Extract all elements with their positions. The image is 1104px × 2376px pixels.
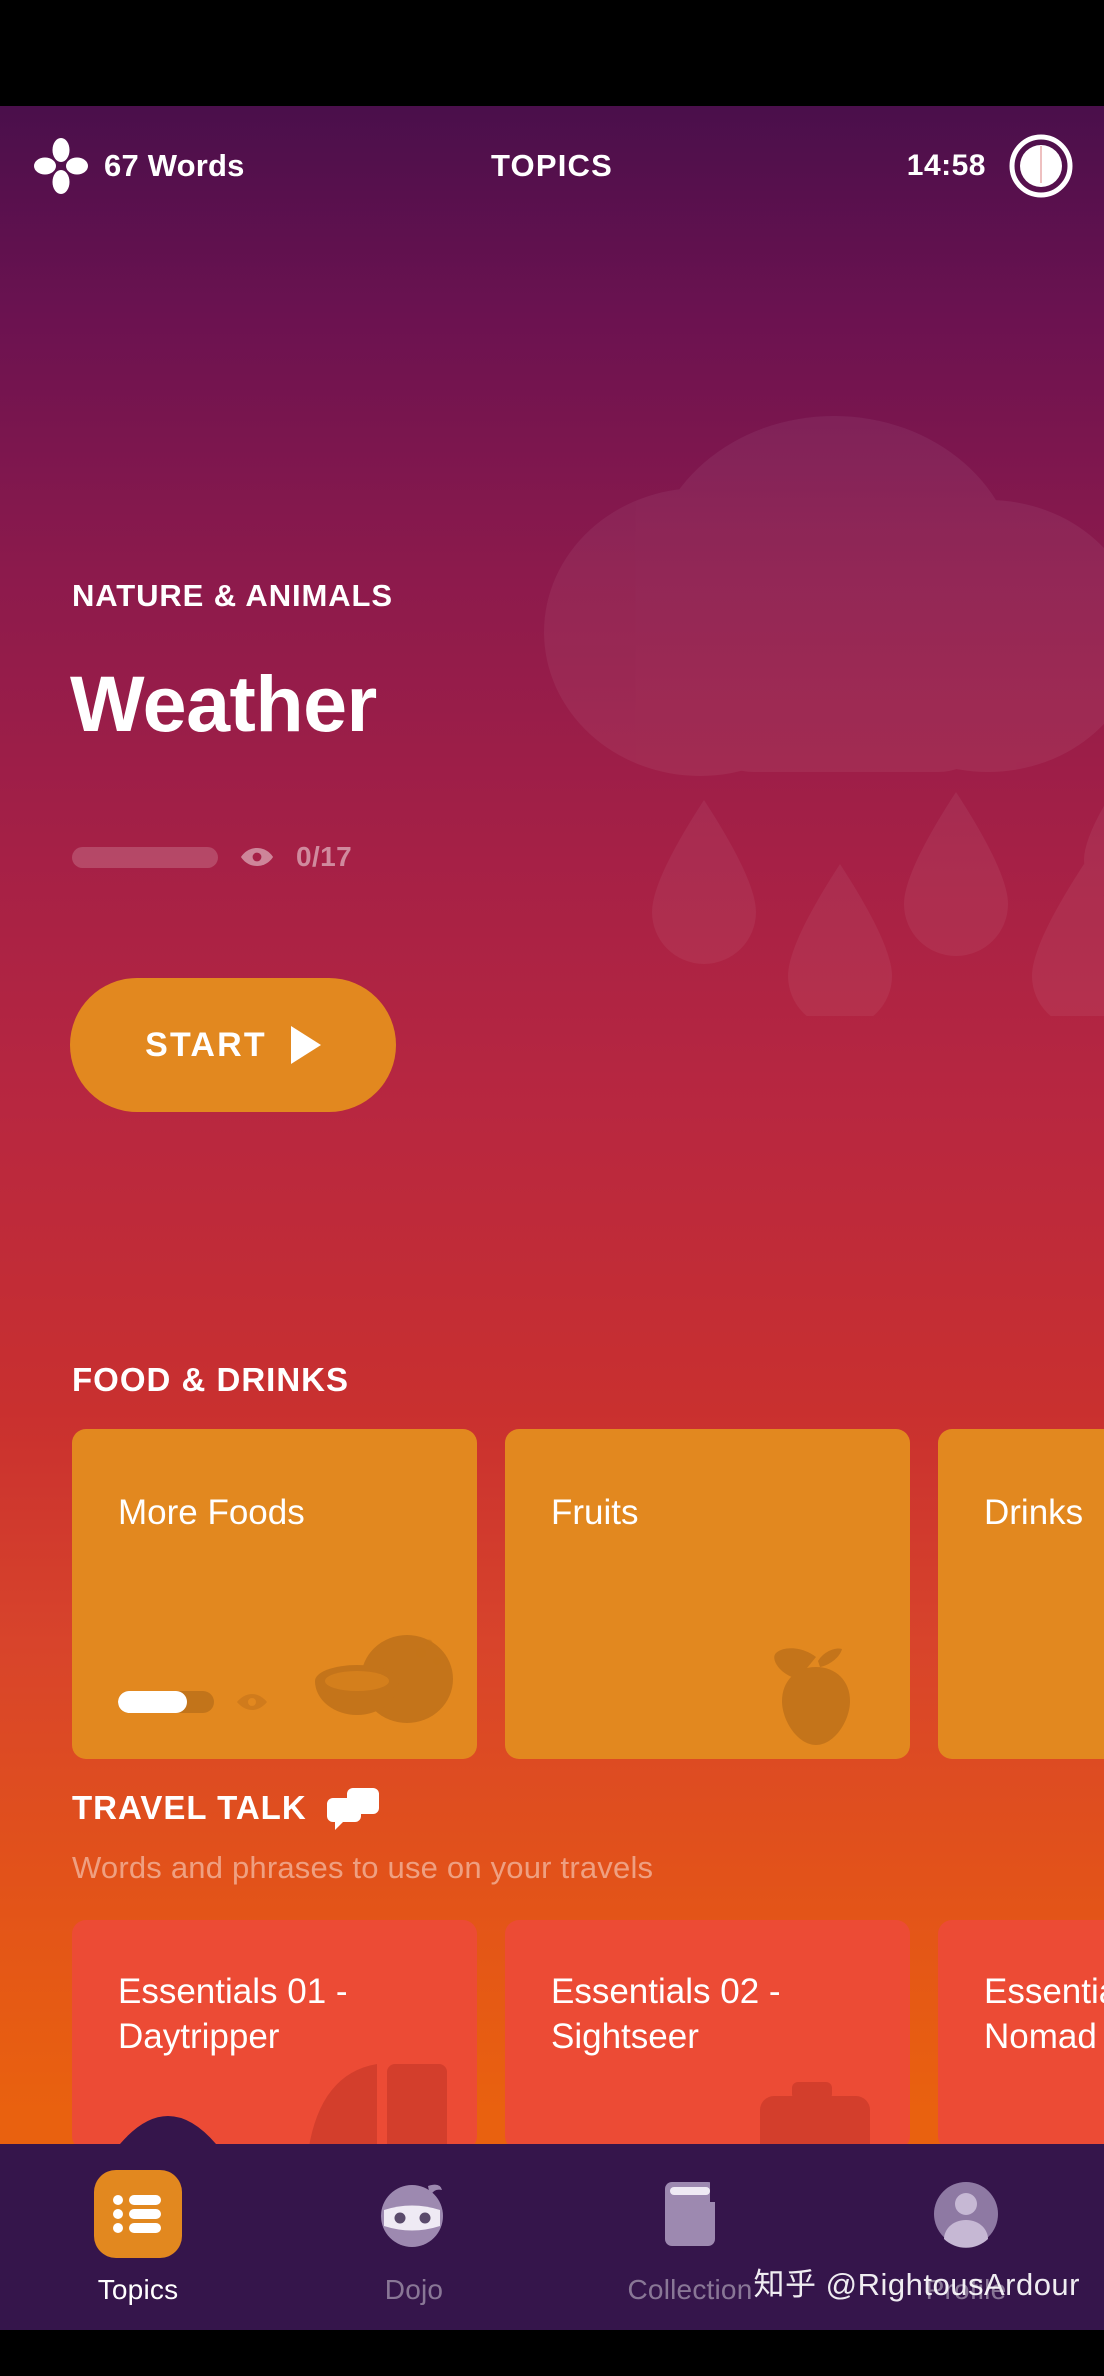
topic-card[interactable]: Drinks xyxy=(938,1429,1104,1759)
topic-card-title: Essentials 02 - Sightseer xyxy=(551,1972,781,2056)
nav-wave-shape xyxy=(0,2116,1104,2148)
person-icon xyxy=(922,2170,1010,2258)
section-title: TRAVEL TALK xyxy=(72,1789,307,1826)
eye-icon xyxy=(241,848,273,866)
section-food-drinks: FOOD & DRINKS More Foods Fruits Drinks xyxy=(0,1361,1104,1759)
topic-card-title: Fruits xyxy=(551,1493,639,1532)
book-icon xyxy=(646,2170,734,2258)
hero-category-label: NATURE & ANIMALS xyxy=(72,578,393,613)
ninja-icon xyxy=(370,2170,458,2258)
status-bar-area xyxy=(0,0,1104,106)
topic-card-title: Essentials 01 - Daytripper xyxy=(118,1972,348,2056)
app-screen: 67 Words TOPICS 14:58 NATURE & ANIMALS W… xyxy=(0,0,1104,2376)
nav-label: Dojo xyxy=(384,2274,444,2305)
nav-label: Collection xyxy=(627,2274,753,2305)
bottom-navigation: Topics Dojo Collection Profile xyxy=(0,2116,1104,2330)
play-icon xyxy=(290,1026,321,1064)
timer-ring-icon[interactable] xyxy=(1008,133,1074,199)
hero-progress-bar xyxy=(72,846,218,868)
topic-card-title: Essentials 03 - Nomad xyxy=(984,1972,1104,2056)
topic-card-title: More Foods xyxy=(118,1493,305,1532)
section-title: FOOD & DRINKS xyxy=(72,1361,349,1398)
nav-label: Topics xyxy=(97,2274,179,2305)
start-button-label: START xyxy=(145,1025,267,1064)
nav-item-dojo[interactable]: Dojo xyxy=(276,2146,552,2330)
start-button[interactable]: START xyxy=(70,978,396,1112)
nav-item-topics[interactable]: Topics xyxy=(0,2146,276,2330)
topic-card[interactable]: Fruits xyxy=(505,1429,910,1759)
card-row-food[interactable]: More Foods Fruits Drinks xyxy=(0,1429,1104,1759)
nav-label: Profile xyxy=(925,2274,1007,2305)
section-header: TRAVEL TALK xyxy=(72,1786,1104,1830)
header-right-group: 14:58 xyxy=(907,133,1074,199)
apple-icon xyxy=(774,1648,850,1745)
section-subtitle: Words and phrases to use on your travels xyxy=(72,1850,654,1885)
list-icon xyxy=(94,2170,182,2258)
topic-card[interactable]: More Foods xyxy=(72,1429,477,1759)
scroll-content[interactable]: 67 Words TOPICS 14:58 NATURE & ANIMALS W… xyxy=(0,106,1104,2376)
hero-title: Weather xyxy=(70,659,377,748)
topic-card-progress-bar xyxy=(118,1691,214,1713)
home-indicator-area xyxy=(0,2330,1104,2376)
speech-bubbles-icon xyxy=(326,1788,379,1830)
topic-card-progress-row xyxy=(118,1691,268,1713)
topic-card-progress-fill xyxy=(118,1691,188,1713)
section-header: FOOD & DRINKS xyxy=(72,1361,1104,1399)
nav-items: Topics Dojo Collection Profile xyxy=(0,2146,1104,2330)
nav-item-profile[interactable]: Profile xyxy=(828,2146,1104,2330)
hero-progress-row: 0/17 xyxy=(72,841,352,873)
app-header: 67 Words TOPICS 14:58 xyxy=(0,106,1104,226)
coconut-icon xyxy=(315,1635,453,1723)
eye-icon xyxy=(237,1694,267,1710)
hero-progress-count: 0/17 xyxy=(296,841,353,872)
nav-item-collection[interactable]: Collection xyxy=(552,2146,828,2330)
topic-card-title: Drinks xyxy=(984,1493,1084,1532)
clock-label: 14:58 xyxy=(906,149,986,182)
rain-cloud-icon xyxy=(544,416,1104,1016)
